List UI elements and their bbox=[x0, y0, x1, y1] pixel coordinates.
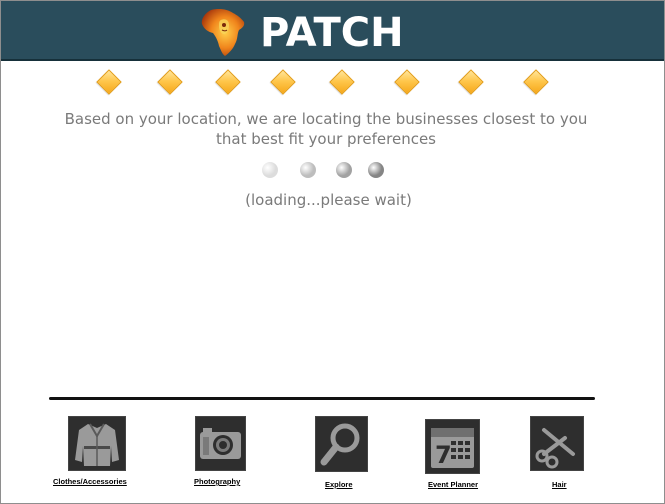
magnifier-icon bbox=[315, 416, 368, 472]
diamond-icon bbox=[523, 69, 549, 95]
coat-icon bbox=[68, 416, 126, 471]
diamond-icon bbox=[394, 69, 420, 95]
camera-icon bbox=[195, 416, 246, 471]
category-hair[interactable]: Hair bbox=[530, 416, 588, 490]
scissors-icon bbox=[530, 416, 584, 471]
diamond-icon bbox=[329, 69, 355, 95]
diamond-icon bbox=[96, 69, 122, 95]
diamond-icon bbox=[270, 69, 296, 95]
category-label: Event Planner bbox=[428, 480, 479, 489]
category-label: Clothes/Accessories bbox=[53, 477, 127, 486]
loading-dot-4 bbox=[368, 162, 384, 178]
category-label: Photography bbox=[194, 477, 241, 486]
loading-dot-3 bbox=[336, 162, 352, 178]
loading-dot-2 bbox=[300, 162, 316, 178]
category-photography[interactable]: Photography bbox=[192, 416, 250, 488]
calendar-icon: 7 bbox=[425, 419, 480, 474]
app-header: PATCH bbox=[1, 1, 664, 61]
category-explore[interactable]: Explore bbox=[312, 416, 370, 490]
diamond-icon bbox=[215, 69, 241, 95]
diamond-icon bbox=[458, 69, 484, 95]
category-divider bbox=[49, 397, 595, 400]
loading-status: (loading...please wait) bbox=[245, 191, 412, 209]
category-label: Hair bbox=[552, 480, 567, 489]
loading-dot-1 bbox=[262, 162, 278, 178]
africa-logo-icon bbox=[197, 6, 249, 58]
svg-text:7: 7 bbox=[435, 441, 452, 469]
category-event-planner[interactable]: 7 Event Planner bbox=[424, 416, 486, 490]
decorative-diamond-row bbox=[0, 69, 665, 96]
app-title: PATCH bbox=[260, 10, 404, 56]
category-clothes-accessories[interactable]: Clothes/Accessories bbox=[50, 416, 134, 488]
diamond-icon bbox=[157, 69, 183, 95]
category-label: Explore bbox=[325, 480, 353, 489]
loading-message: Based on your location, we are locating … bbox=[64, 110, 588, 148]
